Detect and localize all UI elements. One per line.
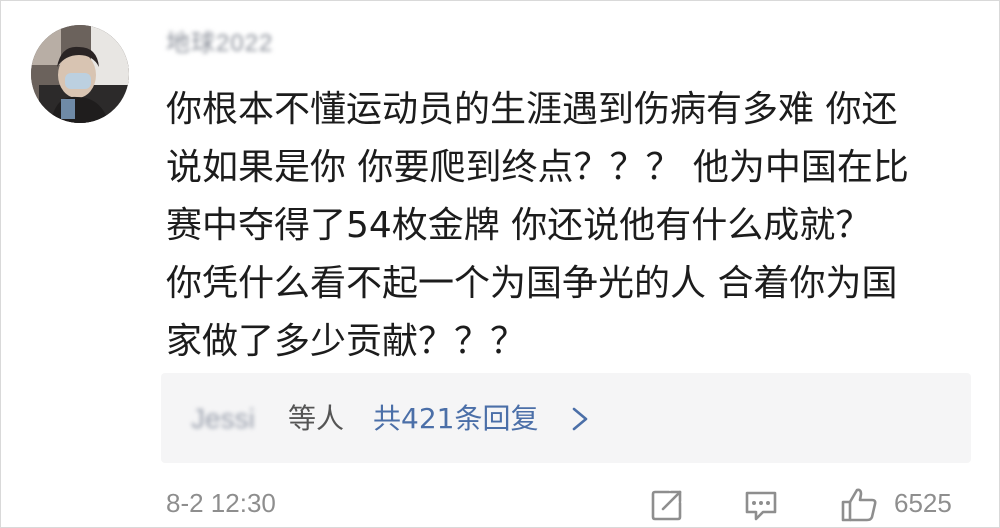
replier-suffix: 等人 <box>288 402 345 435</box>
replier-name[interactable]: Jessi <box>191 399 255 439</box>
comment-line: 你凭什么看不起一个为国争光的人 合着你为国 <box>166 263 898 304</box>
avatar-image <box>31 25 129 123</box>
replies-panel[interactable] <box>161 373 971 463</box>
chevron-right-icon[interactable] <box>569 399 593 439</box>
comment-line: 家做了多少贡献？？？ <box>166 321 527 362</box>
like-count: 6525 <box>894 488 952 518</box>
comment-text: 你根本不懂运动员的生涯遇到伤病有多难 你还 说如果是你 你要爬到终点？？？ 他为… <box>166 81 966 371</box>
comment-line: 赛中夺得了54枚金牌 你还说他有什么成就？ <box>166 205 872 246</box>
comment-line: 说如果是你 你要爬到终点？？？ 他为中国在比 <box>166 147 909 188</box>
avatar[interactable] <box>31 25 129 123</box>
thumbs-up-icon[interactable] <box>839 485 879 525</box>
comment-card: 地球2022 你根本不懂运动员的生涯遇到伤病有多难 你还 说如果是你 你要爬到终… <box>0 0 1000 528</box>
comment-icon[interactable] <box>741 485 781 525</box>
comment-line: 你根本不懂运动员的生涯遇到伤病有多难 你还 <box>166 89 898 130</box>
view-replies-link[interactable]: 共421条回复 <box>373 399 538 439</box>
comment-timestamp: 8-2 12:30 <box>166 488 276 518</box>
share-icon[interactable] <box>647 485 687 525</box>
username[interactable]: 地球2022 <box>166 29 316 59</box>
